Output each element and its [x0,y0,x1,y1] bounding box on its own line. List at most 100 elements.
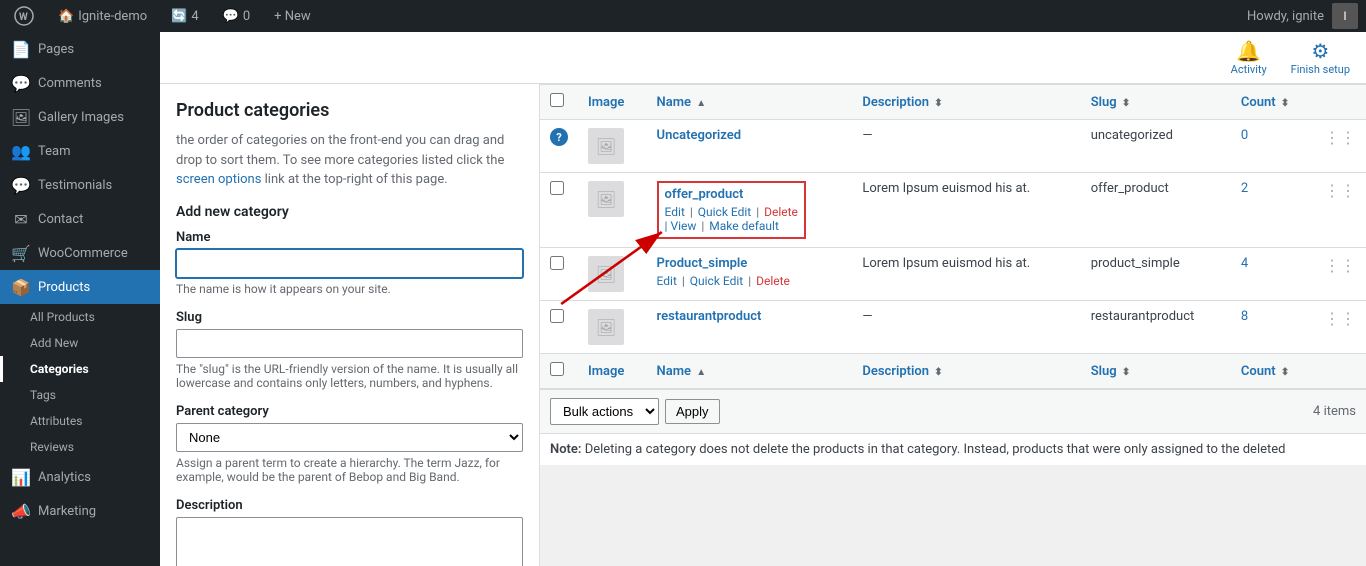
submenu-attributes[interactable]: Attributes [0,408,160,434]
description-input[interactable] [176,517,523,566]
view-link[interactable]: | View [665,219,697,233]
note-text: Deleting a category does not delete the … [585,442,1286,457]
submenu-categories[interactable]: Categories [0,356,160,382]
count-link[interactable]: 8 [1241,309,1248,324]
submenu-reviews[interactable]: Reviews [0,434,160,460]
row-checkbox-input[interactable] [550,256,564,270]
name-input[interactable] [176,249,523,278]
offer-highlight-box: offer_product Edit | Quick Edit | Delete [657,181,806,239]
description-field-group: Description [176,498,523,566]
testimonials-icon: 💬 [12,176,30,194]
row-checkbox-input[interactable] [550,309,564,323]
pages-icon: 📄 [12,40,30,58]
footer-select-all[interactable] [550,362,564,376]
row-name: Product_simple Edit | Quick Edit | Delet… [647,248,853,301]
slug-sort-icon: ⬍ [1122,98,1130,109]
footer-desc-header[interactable]: Description ⬍ [852,354,1080,389]
footer-reorder-header [1314,354,1366,389]
parent-select[interactable]: None [176,423,523,452]
comments-button[interactable]: 💬 0 [217,9,257,24]
sidebar-item-testimonials[interactable]: 💬 Testimonials [0,168,160,202]
slug-field-group: Slug The "slug" is the URL-friendly vers… [176,310,523,390]
slug-header[interactable]: Slug ⬍ [1081,85,1231,120]
footer-checkbox-header [540,354,578,389]
select-all-checkbox[interactable] [550,93,564,107]
quick-edit-link[interactable]: Quick Edit [690,274,743,288]
row-checkbox [540,173,578,248]
image-placeholder: 🖼 [588,128,624,164]
sidebar-item-gallery[interactable]: 🖼 Gallery Images [0,100,160,134]
edit-link[interactable]: Edit [657,274,677,288]
row-reorder: ⋮⋮ [1314,173,1366,248]
row-count: 0 [1231,120,1314,173]
description-label: Description [176,498,523,513]
submenu-tags[interactable]: Tags [0,382,160,408]
apply-button[interactable]: Apply [665,399,720,424]
row-checkbox-input[interactable] [550,181,564,195]
table-row: 🖼 restaurantproduct — restaurantproduct … [540,301,1366,354]
user-avatar[interactable]: I [1332,3,1358,29]
admin-bar: W 🏠 Ignite-demo 🔄 4 💬 0 + New Howdy, ign… [0,0,1366,32]
slug-input[interactable] [176,329,523,358]
slug-label: Slug [176,310,523,325]
row-image: 🖼 [578,173,647,248]
category-name-link[interactable]: Product_simple [657,256,748,271]
sidebar-item-marketing[interactable]: 📣 Marketing [0,494,160,528]
wp-logo[interactable]: W [8,6,40,26]
sidebar-item-products[interactable]: 📦 Products [0,270,160,304]
footer-count-header[interactable]: Count ⬍ [1231,354,1314,389]
footer-slug-header[interactable]: Slug ⬍ [1081,354,1231,389]
count-link[interactable]: 4 [1241,256,1248,271]
help-icon[interactable]: ? [550,128,568,146]
sidebar-item-analytics[interactable]: 📊 Analytics [0,460,160,494]
finish-setup-button[interactable]: ⚙ Finish setup [1291,39,1350,76]
updates-button[interactable]: 🔄 4 [165,9,205,24]
sidebar-item-pages[interactable]: 📄 Pages [0,32,160,66]
comments-icon: 💬 [12,74,30,92]
image-header: Image [578,85,647,120]
delete-link[interactable]: Delete [756,274,790,288]
count-link[interactable]: 0 [1241,128,1248,143]
row-checkbox [540,301,578,354]
edit-link[interactable]: Edit [665,205,685,219]
sidebar-item-team[interactable]: 👥 Team [0,134,160,168]
parent-hint: Assign a parent term to create a hierarc… [176,456,523,484]
topbar: 🔔 Activity ⚙ Finish setup [160,32,1366,84]
image-placeholder: 🖼 [588,256,624,292]
team-icon: 👥 [12,142,30,160]
categories-table-panel: Image Name ▲ Description ⬍ [540,84,1366,566]
footer-name-header[interactable]: Name ▲ [647,354,853,389]
slug-hint: The "slug" is the URL-friendly version o… [176,362,523,390]
new-button[interactable]: + New [268,9,317,24]
row-description: Lorem Ipsum euismod his at. [852,248,1080,301]
row-actions: Edit | Quick Edit | Delete [657,274,843,288]
count-link[interactable]: 2 [1241,181,1248,196]
sidebar-item-contact[interactable]: ✉ Contact [0,202,160,236]
name-field-group: Name The name is how it appears on your … [176,230,523,296]
row-image: 🖼 [578,301,647,354]
delete-link[interactable]: Delete [764,205,798,219]
submenu-add-new[interactable]: Add New [0,330,160,356]
table-row: 🖼 offer_product Edit | [540,173,1366,248]
row-image: 🖼 [578,248,647,301]
offer-category-link[interactable]: offer_product [665,187,744,202]
bulk-actions-select[interactable]: Bulk actions [550,398,659,425]
image-placeholder: 🖼 [588,181,624,217]
screen-options-link[interactable]: screen options [176,172,261,187]
activity-button[interactable]: 🔔 Activity [1231,39,1267,76]
count-header[interactable]: Count ⬍ [1231,85,1314,120]
row-description: — [852,120,1080,173]
name-header[interactable]: Name ▲ [647,85,853,120]
sidebar-item-comments[interactable]: 💬 Comments [0,66,160,100]
items-count: 4 items [1313,404,1356,419]
sidebar-item-woocommerce[interactable]: 🛒 WooCommerce [0,236,160,270]
category-name-link[interactable]: Uncategorized [657,128,742,143]
category-name-link[interactable]: restaurantproduct [657,309,762,324]
quick-edit-link[interactable]: Quick Edit [698,205,751,219]
submenu-all-products[interactable]: All Products [0,304,160,330]
make-default-link[interactable]: Make default [709,219,779,233]
row-count: 2 [1231,173,1314,248]
description-header[interactable]: Description ⬍ [852,85,1080,120]
site-name[interactable]: 🏠 Ignite-demo [52,9,153,24]
finish-setup-icon: ⚙ [1311,39,1329,63]
